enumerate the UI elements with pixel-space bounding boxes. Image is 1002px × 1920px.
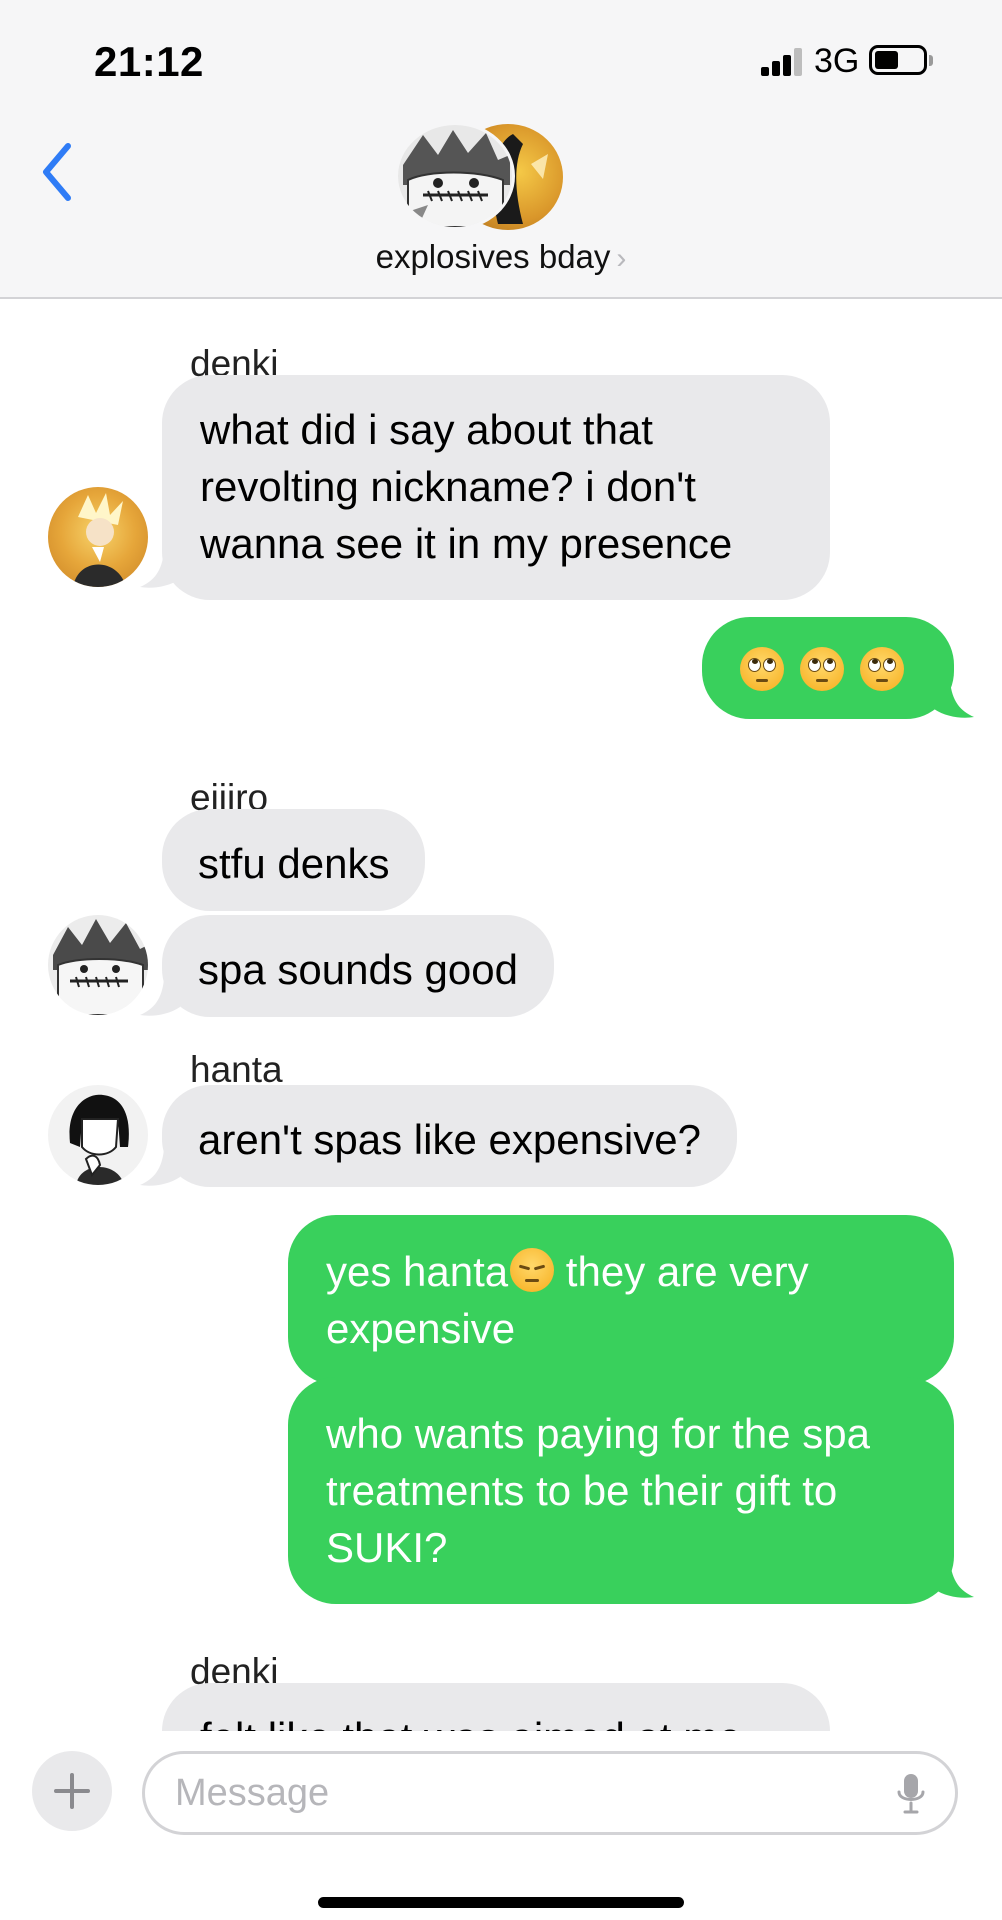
message-text: felt like that was aimed at me	[200, 1714, 742, 1731]
microphone-icon[interactable]	[894, 1772, 928, 1816]
outgoing-message-bubble[interactable]	[702, 617, 954, 719]
group-avatar-primary	[395, 122, 515, 230]
bubble-tail	[140, 979, 180, 1016]
plus-icon	[54, 1773, 90, 1809]
message-text: what did i say about that revolting nick…	[200, 406, 733, 567]
pensive-face-icon	[510, 1248, 555, 1292]
group-name-label: explosives bday	[375, 238, 611, 275]
message-text: who wants paying for the spa treatments …	[326, 1410, 870, 1571]
bubble-tail	[140, 1149, 180, 1186]
incoming-message-bubble[interactable]: stfu denks	[162, 809, 426, 911]
signal-strength-icon	[761, 46, 803, 76]
message-text: stfu denks	[198, 840, 390, 887]
home-indicator[interactable]	[318, 1897, 684, 1908]
message-input[interactable]	[142, 1751, 958, 1835]
incoming-message-bubble[interactable]: aren't spas like expensive?	[162, 1085, 737, 1187]
battery-icon	[869, 45, 927, 75]
face-with-rolling-eyes-icon	[740, 646, 784, 691]
bubble-tail	[934, 681, 974, 718]
back-button[interactable]	[36, 140, 80, 204]
conversation-header: 21:12 3G explosives bday ›	[0, 0, 1002, 299]
battery-cap	[929, 55, 933, 66]
outgoing-message-bubble[interactable]: yes hanta they are very expensive	[288, 1215, 954, 1385]
status-bar: 21:12 3G	[0, 0, 1002, 120]
avatar-denki[interactable]	[48, 487, 148, 587]
message-thread[interactable]: denki what did i say about that revoltin…	[0, 301, 1002, 1731]
compose-bar	[0, 1731, 1002, 1920]
network-type: 3G	[814, 42, 860, 80]
conversation-title[interactable]: explosives bday ›	[0, 238, 1002, 276]
face-with-rolling-eyes-icon	[800, 646, 844, 691]
face-with-rolling-eyes-icon	[860, 646, 904, 691]
apps-plus-button[interactable]	[32, 1751, 112, 1831]
incoming-message-bubble[interactable]: felt like that was aimed at me	[162, 1683, 830, 1731]
outgoing-message-bubble[interactable]: who wants paying for the spa treatments …	[288, 1377, 954, 1604]
message-text: spa sounds good	[198, 946, 518, 993]
incoming-message-bubble[interactable]: what did i say about that revolting nick…	[162, 375, 830, 600]
status-time: 21:12	[94, 38, 204, 85]
avatar-eijiro[interactable]	[48, 915, 148, 1015]
bubble-tail	[934, 1561, 974, 1598]
chevron-left-icon	[43, 143, 71, 201]
message-text: yes hanta	[326, 1248, 509, 1295]
incoming-message-bubble[interactable]: spa sounds good	[162, 915, 554, 1017]
avatar-hanta[interactable]	[48, 1085, 148, 1185]
chevron-right-icon: ›	[616, 242, 627, 275]
group-avatar-stack[interactable]	[395, 122, 570, 230]
bubble-tail	[140, 551, 180, 588]
message-text: aren't spas like expensive?	[198, 1116, 701, 1163]
